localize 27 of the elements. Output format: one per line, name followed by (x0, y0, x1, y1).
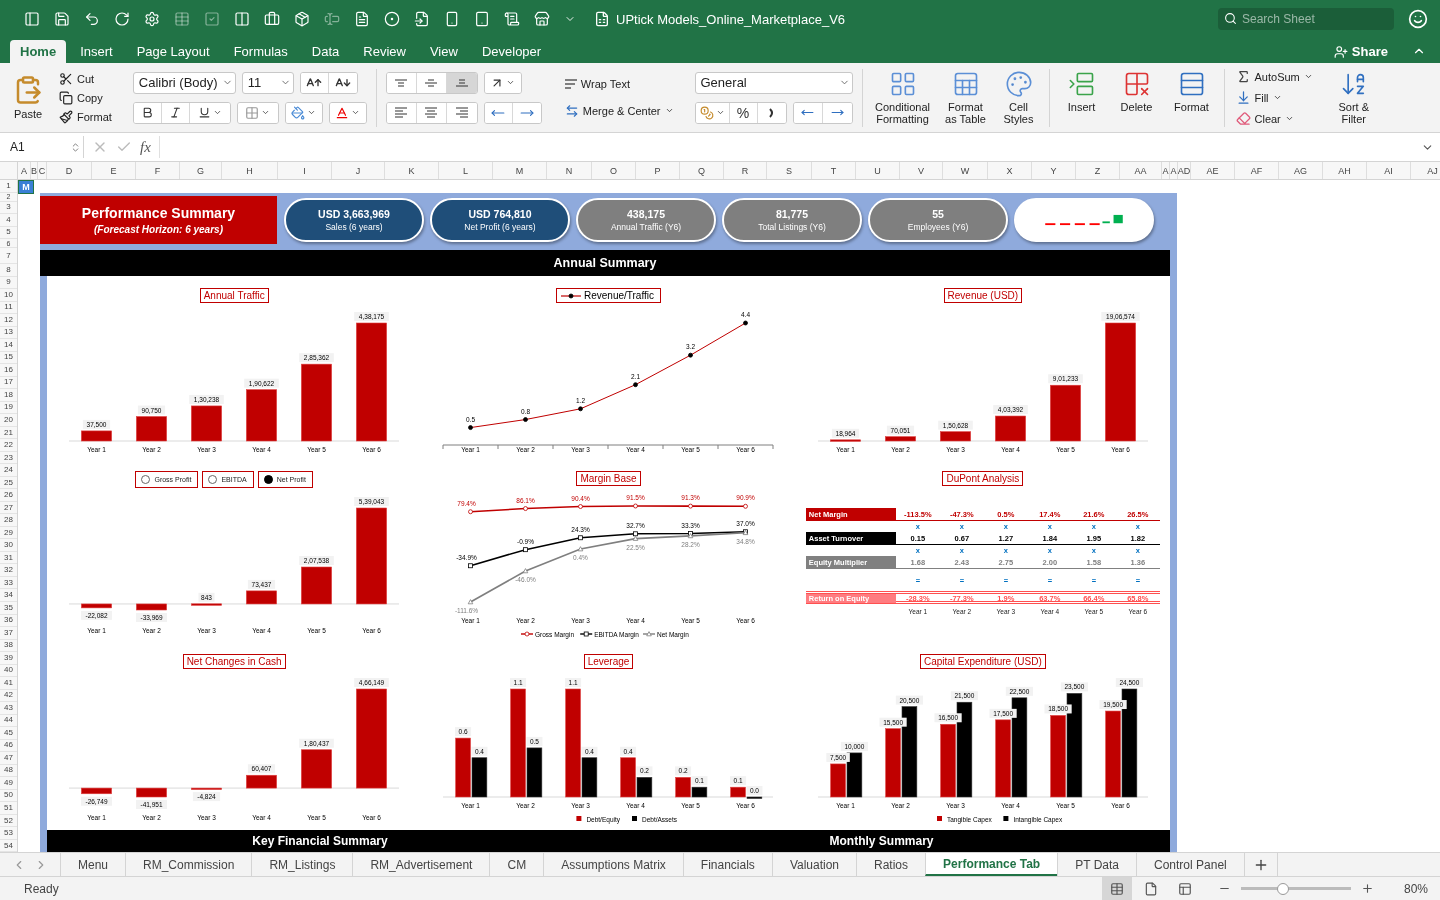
chart-title: DuPont Analysis (942, 471, 1024, 486)
kpi-value: 55 (932, 208, 944, 220)
chart-title: Annual Traffic (199, 288, 269, 303)
section-title: Monthly Summary (593, 830, 1170, 852)
kpi-value: USD 3,663,969 (318, 208, 390, 220)
zoom-level: 80% (1403, 881, 1428, 896)
banner-subtitle: (Forecast Horizon: 6 years) (94, 224, 223, 235)
status-text: Ready (24, 881, 59, 896)
kpi-value: 81,775 (775, 208, 809, 220)
kpi-label: Employees (Y6) (907, 222, 969, 232)
window-title: UPtick Models_Online_Marketplace_V6 (616, 11, 846, 27)
legend-label: Revenue/Traffic (583, 290, 654, 301)
chart-title: Revenue (USD) (943, 288, 1023, 303)
kpi-label: Annual Traffic (Y6) (610, 222, 682, 232)
chart-title: Margin Base (576, 471, 641, 486)
kpi-value: 438,175 (627, 208, 665, 220)
kpi-value: USD 764,810 (468, 208, 532, 220)
cell-logo: M (19, 181, 33, 193)
kpi-label: Total Listings (Y6) (758, 222, 826, 232)
kpi-label: Net Profit (6 years) (464, 222, 536, 232)
kpi-label: Sales (6 years) (325, 222, 383, 232)
banner-title: Performance Summary (81, 205, 236, 221)
section-title: Annual Summary (40, 250, 1170, 276)
chart-title: Net Changes in Cash (182, 654, 286, 669)
section-title: Key Financial Summary (47, 830, 593, 852)
chart-title: Capital Expenditure (USD) (919, 654, 1046, 669)
chart-title: Leverage (583, 654, 634, 669)
